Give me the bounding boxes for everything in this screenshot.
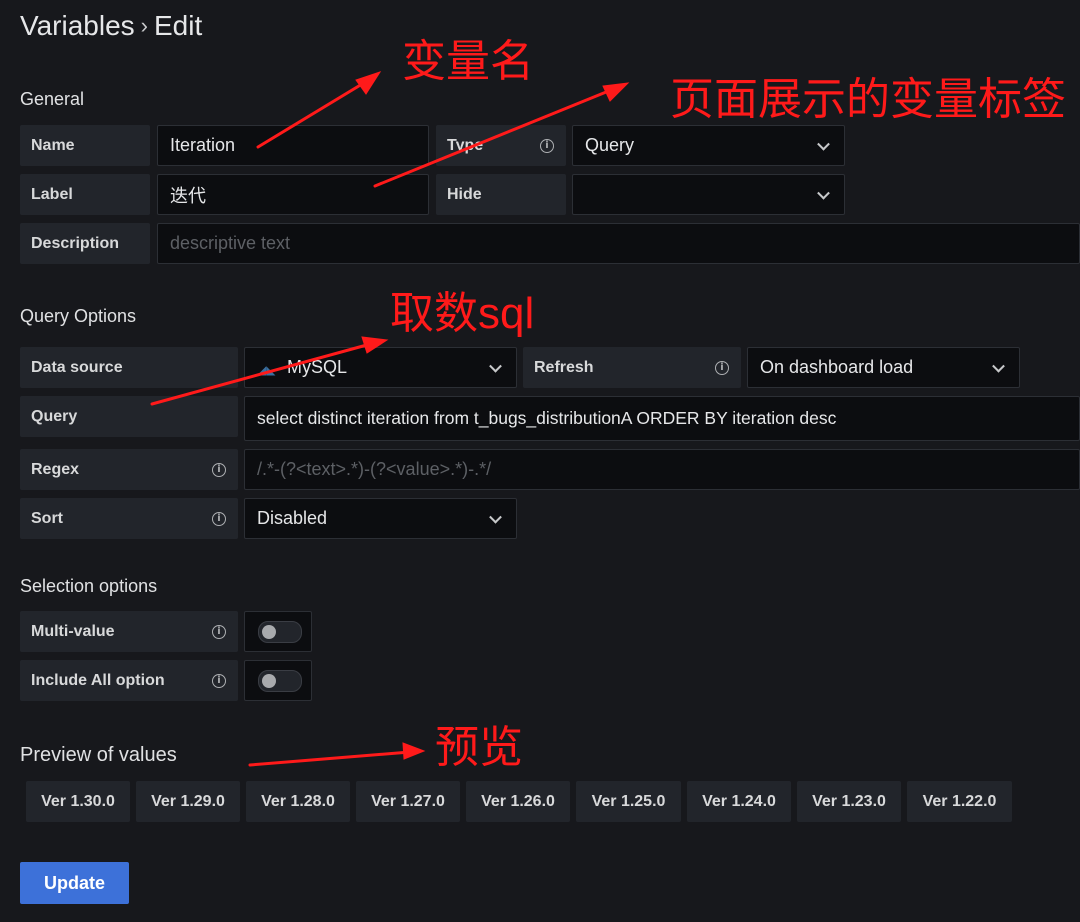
multi-value-label: Multi-value i xyxy=(20,611,238,652)
include-all-toggle[interactable] xyxy=(258,669,302,692)
info-icon[interactable]: i xyxy=(212,462,226,477)
toggle-knob xyxy=(262,673,276,688)
annotation-var-name: 变量名 xyxy=(402,37,534,86)
info-icon[interactable]: i xyxy=(715,360,729,375)
sort-select-value: Disabled xyxy=(257,508,328,528)
label-label-text: Label xyxy=(31,185,73,203)
refresh-label: Refresh i xyxy=(523,347,741,388)
page-title: Variables › Edit xyxy=(20,10,202,42)
label-label: Label xyxy=(20,174,150,215)
preview-value-chip: Ver 1.26.0 xyxy=(466,781,570,822)
datasource-label: Data source xyxy=(20,347,238,388)
datasource-select-value: MySQL xyxy=(287,357,348,377)
multi-value-toggle[interactable] xyxy=(258,620,302,643)
type-label: Type i xyxy=(436,125,566,166)
annotation-fetch-sql: 取数sql xyxy=(390,289,535,338)
query-input[interactable]: select distinct iteration from t_bugs_di… xyxy=(244,396,1080,441)
annotation-page-label: 页面展示的变量标签 xyxy=(670,75,1066,124)
query-label: Query xyxy=(20,396,238,437)
refresh-select-value: On dashboard load xyxy=(760,357,914,377)
description-label-text: Description xyxy=(31,234,120,252)
chevron-down-icon xyxy=(817,137,830,151)
query-label-text: Query xyxy=(31,407,78,425)
chevron-down-icon xyxy=(817,186,830,200)
label-input[interactable]: 迭代 xyxy=(157,174,429,215)
preview-value-chip: Ver 1.22.0 xyxy=(907,781,1012,822)
info-icon[interactable]: i xyxy=(212,624,226,639)
sort-label-text: Sort xyxy=(31,509,63,527)
regex-label: Regex i xyxy=(20,449,238,490)
sort-label: Sort i xyxy=(20,498,238,539)
include-all-label: Include All option i xyxy=(20,660,238,701)
preview-value-chip: Ver 1.30.0 xyxy=(26,781,130,822)
include-all-toggle-field xyxy=(244,660,312,701)
regex-label-text: Regex xyxy=(31,460,80,478)
sort-select[interactable]: Disabled xyxy=(244,498,517,539)
preview-value-chip: Ver 1.25.0 xyxy=(576,781,681,822)
preview-value-chip: Ver 1.23.0 xyxy=(797,781,901,822)
datasource-label-text: Data source xyxy=(31,358,123,376)
info-icon[interactable]: i xyxy=(212,511,226,526)
description-label: Description xyxy=(20,223,150,264)
multi-value-label-text: Multi-value xyxy=(31,622,115,640)
name-label-text: Name xyxy=(31,136,75,154)
include-all-label-text: Include All option xyxy=(31,671,165,689)
regex-input[interactable]: /.*-(?<text>.*)-(?<value>.*)-.*/ xyxy=(244,449,1080,490)
arrow-preview xyxy=(248,750,412,767)
preview-value-chip: Ver 1.28.0 xyxy=(246,781,350,822)
preview-value-chip: Ver 1.27.0 xyxy=(356,781,460,822)
preview-section-title: Preview of values xyxy=(20,744,177,766)
info-icon[interactable]: i xyxy=(212,673,226,688)
datasource-select[interactable]: ◢◣ MySQL xyxy=(244,347,517,388)
multi-value-toggle-field xyxy=(244,611,312,652)
hide-label-text: Hide xyxy=(447,185,482,203)
info-icon[interactable]: i xyxy=(540,138,554,153)
type-select[interactable]: Query xyxy=(572,125,845,166)
database-icon: ◢◣ xyxy=(257,362,276,377)
name-input[interactable]: Iteration xyxy=(157,125,429,166)
chevron-down-icon xyxy=(489,510,502,524)
annotation-preview: 预览 xyxy=(435,723,523,772)
query-options-section-title: Query Options xyxy=(20,306,137,326)
breadcrumb-variables[interactable]: Variables xyxy=(20,10,135,41)
breadcrumb-separator: › xyxy=(140,13,148,38)
name-label: Name xyxy=(20,125,150,166)
general-section-title: General xyxy=(20,89,85,109)
toggle-knob xyxy=(262,624,276,639)
description-input[interactable]: descriptive text xyxy=(157,223,1080,264)
breadcrumb-edit: Edit xyxy=(153,10,203,41)
refresh-select[interactable]: On dashboard load xyxy=(747,347,1020,388)
update-button[interactable]: Update xyxy=(20,862,129,904)
chevron-down-icon xyxy=(992,359,1005,373)
preview-value-chip: Ver 1.29.0 xyxy=(136,781,240,822)
type-select-value: Query xyxy=(585,135,635,155)
preview-value-chip: Ver 1.24.0 xyxy=(687,781,791,822)
type-label-text: Type xyxy=(447,136,484,154)
hide-select[interactable] xyxy=(572,174,845,215)
refresh-label-text: Refresh xyxy=(534,358,594,376)
hide-label: Hide xyxy=(436,174,566,215)
chevron-down-icon xyxy=(489,359,502,373)
selection-options-section-title: Selection options xyxy=(20,576,158,596)
